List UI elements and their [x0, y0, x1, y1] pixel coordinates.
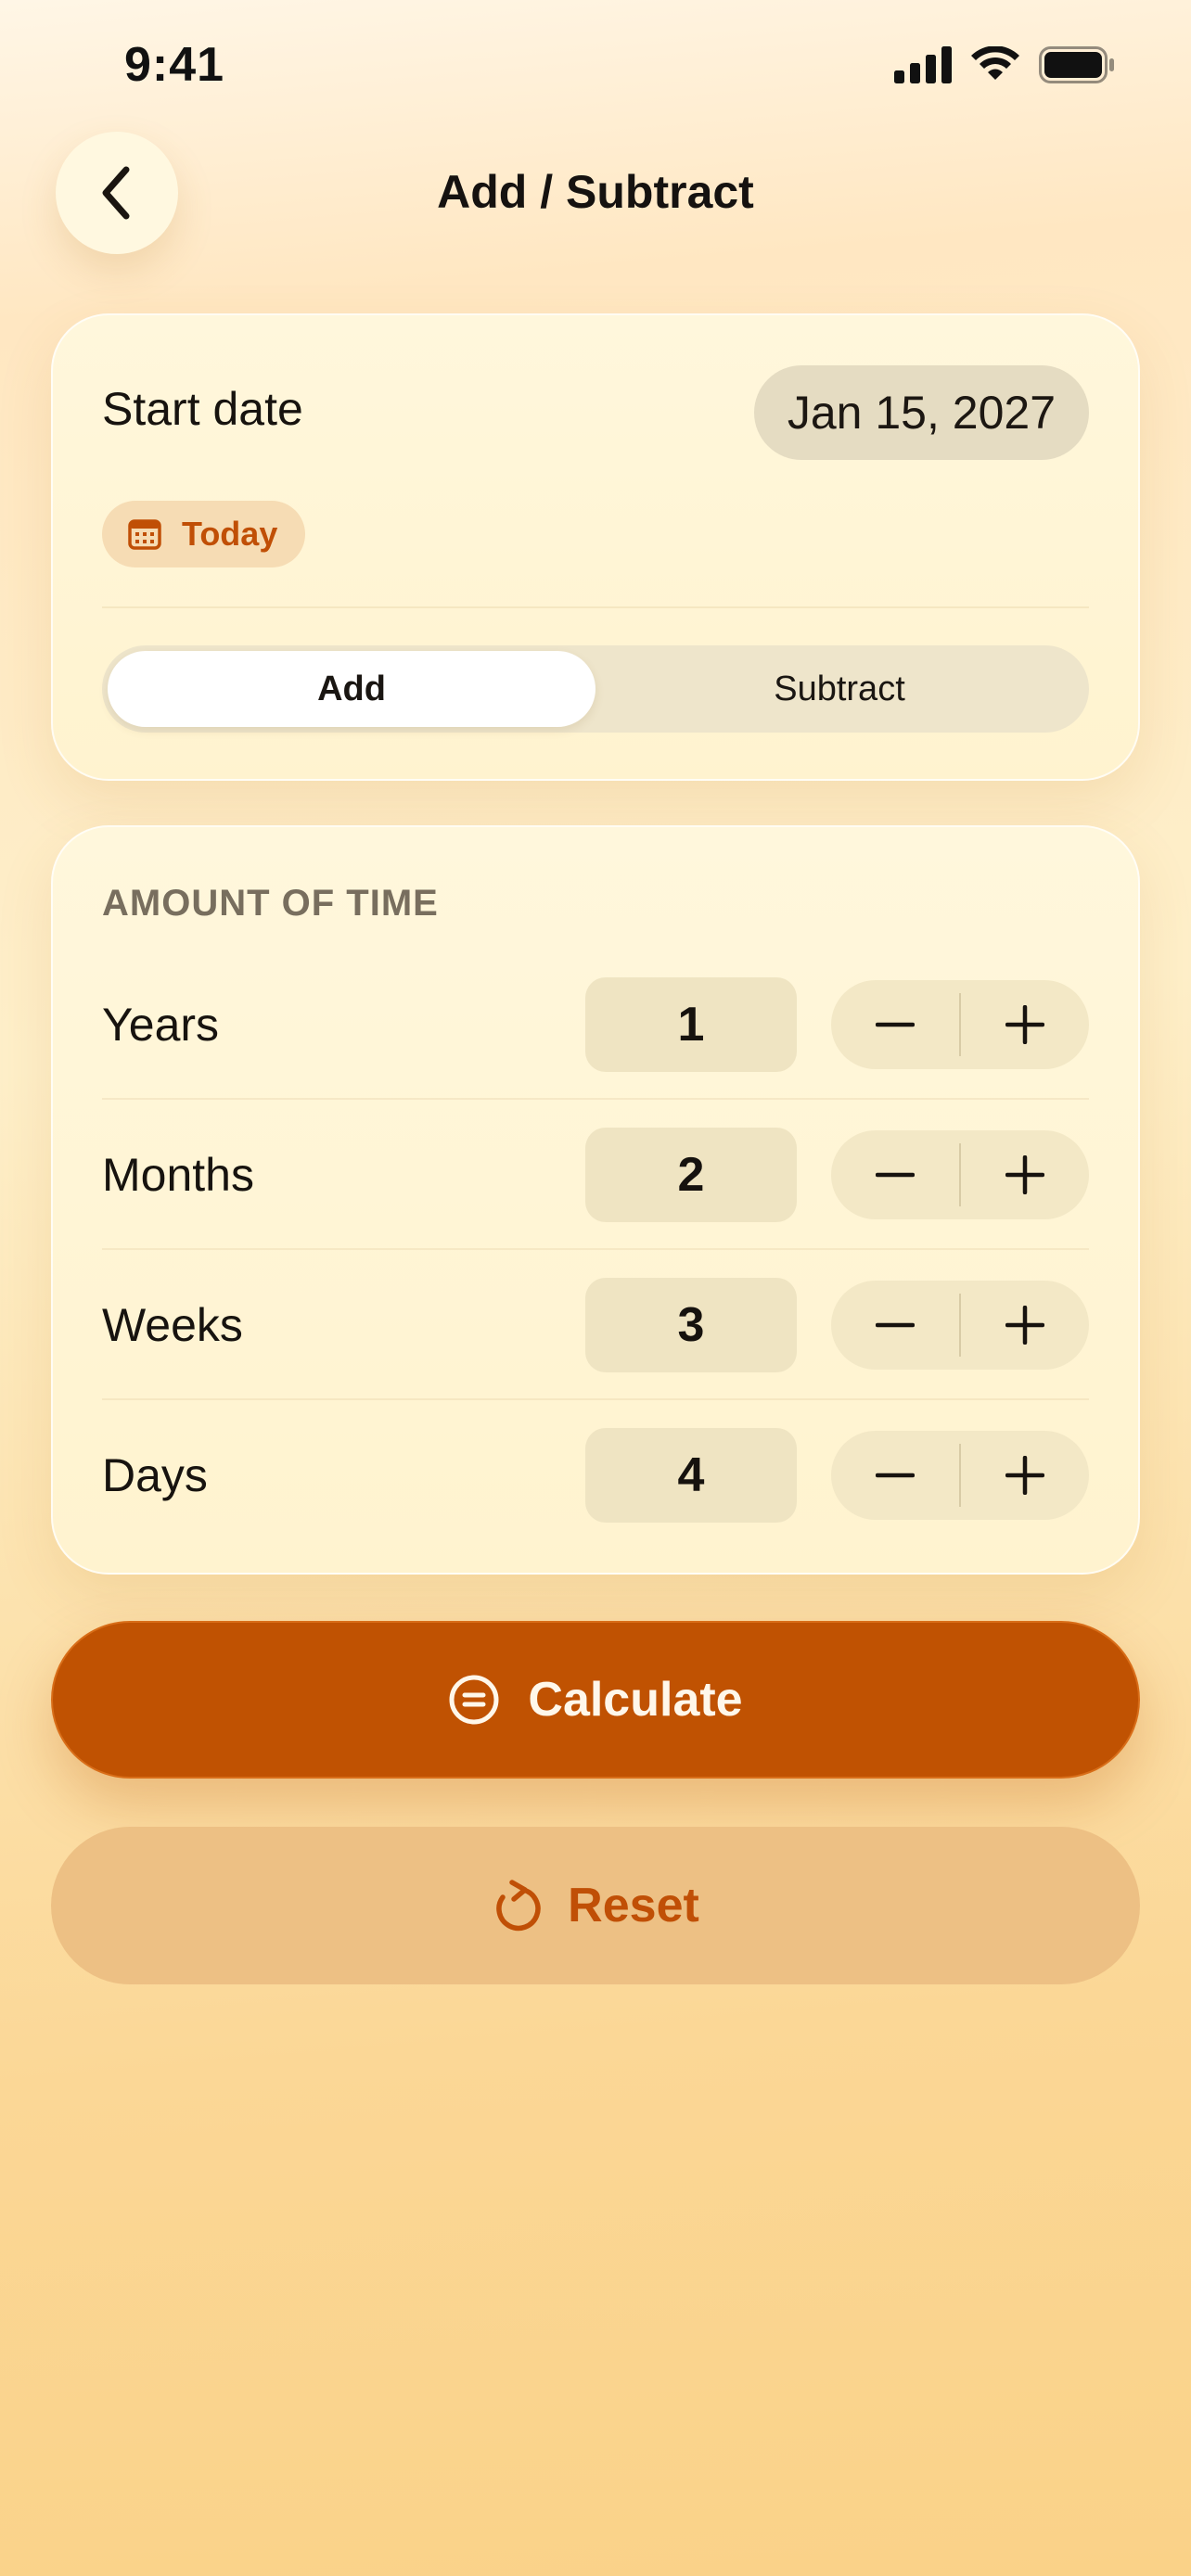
calculate-button[interactable]: Calculate	[51, 1621, 1140, 1779]
years-label: Years	[102, 999, 220, 1051]
weeks-label: Weeks	[102, 1299, 243, 1351]
years-decrement-button[interactable]	[831, 980, 959, 1069]
days-row: Days 4	[53, 1400, 1138, 1550]
refresh-icon	[496, 1880, 541, 1932]
wifi-icon	[971, 46, 1019, 80]
years-value[interactable]: 1	[585, 977, 797, 1072]
months-increment-button[interactable]	[961, 1130, 1089, 1219]
months-decrement-button[interactable]	[831, 1130, 959, 1219]
today-button[interactable]: Today	[102, 501, 306, 567]
days-label: Days	[102, 1449, 208, 1501]
weeks-decrement-button[interactable]	[831, 1281, 959, 1370]
months-stepper	[831, 1130, 1089, 1219]
start-date-label: Start date	[102, 383, 303, 435]
segment-subtract[interactable]: Subtract	[596, 651, 1083, 727]
months-row: Months 2	[53, 1100, 1138, 1250]
start-date-picker[interactable]: Jan 15, 2027	[753, 365, 1089, 460]
minus-icon	[876, 1473, 915, 1478]
weeks-stepper	[831, 1281, 1089, 1370]
days-decrement-button[interactable]	[831, 1431, 959, 1520]
calculate-label: Calculate	[528, 1673, 743, 1727]
months-value[interactable]: 2	[585, 1128, 797, 1222]
signal-icon	[894, 46, 952, 83]
reset-label: Reset	[568, 1879, 699, 1932]
minus-icon	[876, 1022, 915, 1027]
page-title: Add / Subtract	[437, 166, 754, 218]
years-stepper	[831, 980, 1089, 1069]
months-label: Months	[102, 1149, 254, 1201]
weeks-value[interactable]: 3	[585, 1278, 797, 1372]
equals-circle-icon	[449, 1675, 499, 1725]
start-date-card: Start date Jan 15, 2027 Today Add Subtra…	[51, 313, 1140, 781]
divider	[102, 606, 1089, 608]
plus-icon	[1005, 1155, 1044, 1194]
plus-icon	[1005, 1005, 1044, 1044]
today-label: Today	[182, 515, 278, 553]
days-value[interactable]: 4	[585, 1428, 797, 1523]
plus-icon	[1005, 1306, 1044, 1345]
years-increment-button[interactable]	[961, 980, 1089, 1069]
reset-button[interactable]: Reset	[51, 1827, 1140, 1984]
status-icons	[894, 46, 1115, 83]
weeks-row: Weeks 3	[53, 1250, 1138, 1400]
segment-add[interactable]: Add	[108, 651, 596, 727]
add-subtract-toggle: Add Subtract	[102, 645, 1089, 733]
minus-icon	[876, 1172, 915, 1178]
weeks-increment-button[interactable]	[961, 1281, 1089, 1370]
section-header: AMOUNT OF TIME	[102, 883, 439, 924]
days-stepper	[831, 1431, 1089, 1520]
amount-of-time-card: AMOUNT OF TIME Years 1 Months 2 Weeks 3 …	[51, 825, 1140, 1575]
calendar-icon	[128, 519, 161, 550]
status-time: 9:41	[124, 38, 225, 92]
days-increment-button[interactable]	[961, 1431, 1089, 1520]
years-row: Years 1	[53, 950, 1138, 1100]
status-bar: 9:41	[0, 0, 1191, 139]
plus-icon	[1005, 1456, 1044, 1495]
battery-icon	[1039, 46, 1114, 83]
minus-icon	[876, 1322, 915, 1328]
